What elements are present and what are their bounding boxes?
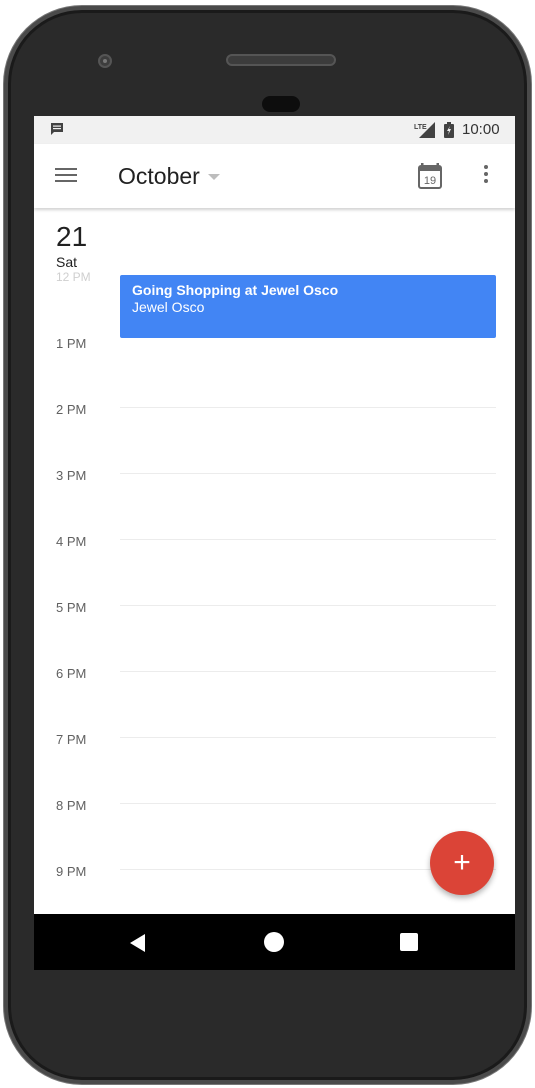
add-event-button[interactable]: +: [430, 831, 494, 895]
hour-label: 5 PM: [56, 600, 87, 615]
hour-label: 12 PM: [56, 270, 91, 284]
more-vert-icon[interactable]: [478, 162, 494, 190]
notification-icon: [51, 123, 63, 135]
hour-label: 3 PM: [56, 468, 87, 483]
hour-gridline: [120, 605, 496, 606]
hour-gridline: [120, 407, 496, 408]
hour-label: 8 PM: [56, 798, 87, 813]
hour-gridline: [120, 473, 496, 474]
status-clock: 10:00: [462, 121, 500, 138]
calendar-today-day: 19: [424, 175, 436, 187]
event-title: Going Shopping at Jewel Osco: [132, 282, 339, 298]
navigation-bar: [34, 914, 515, 970]
event-location: Jewel Osco: [132, 299, 205, 315]
screen: LTE 10:00 October 19 21 Sat 12 PM 1 PM 2…: [34, 116, 515, 970]
lte-signal-icon: LTE: [414, 122, 435, 138]
proximity-sensor: [262, 96, 300, 112]
home-icon[interactable]: [264, 932, 284, 952]
hour-gridline: [120, 737, 496, 738]
status-bar: LTE 10:00: [34, 116, 515, 144]
hour-label: 7 PM: [56, 732, 87, 747]
hour-gridline: [120, 803, 496, 804]
speaker-grille: [226, 54, 336, 66]
hour-label: 1 PM: [56, 336, 87, 351]
svg-text:LTE: LTE: [414, 124, 427, 131]
back-icon[interactable]: [130, 934, 146, 952]
day-weekday: Sat: [56, 254, 78, 270]
hour-label: 9 PM: [56, 864, 87, 879]
day-view: 21 Sat 12 PM 1 PM 2 PM 3 PM 4 PM 5 PM 6 …: [34, 208, 515, 914]
hour-label: 6 PM: [56, 666, 87, 681]
month-selector-button[interactable]: October: [118, 162, 220, 190]
calendar-today-icon[interactable]: 19: [416, 162, 444, 190]
hour-label: 2 PM: [56, 402, 87, 417]
hour-gridline: [120, 539, 496, 540]
camera-icon: [98, 54, 112, 68]
month-label: October: [118, 162, 200, 189]
menu-icon[interactable]: [52, 164, 80, 188]
hour-gridline: [120, 671, 496, 672]
hour-label: 4 PM: [56, 534, 87, 549]
dropdown-caret-icon: [207, 174, 220, 180]
event-card[interactable]: Going Shopping at Jewel Osco Jewel Osco: [120, 275, 496, 338]
battery-icon: [444, 122, 454, 138]
app-bar: October 19: [34, 144, 515, 208]
day-number[interactable]: 21: [56, 222, 87, 252]
recents-icon[interactable]: [400, 933, 418, 951]
